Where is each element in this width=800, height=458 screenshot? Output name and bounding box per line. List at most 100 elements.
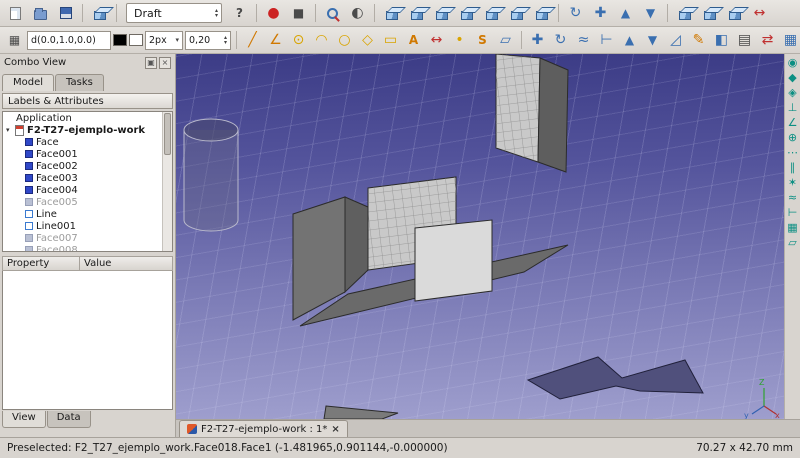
measure-distance-button[interactable]: ↔ (748, 2, 771, 24)
close-tab-icon[interactable]: × (331, 424, 339, 435)
view-rotate-button[interactable]: ↻ (564, 2, 587, 24)
draft-upgrade-button[interactable]: ▲ (619, 29, 640, 51)
snap-working-plane-icon[interactable]: ▱ (788, 237, 796, 249)
tree-item[interactable]: Face001 (3, 148, 172, 160)
cylinder-object[interactable] (184, 119, 238, 231)
texture-view-button[interactable] (723, 2, 746, 24)
tab-tasks[interactable]: Tasks (55, 74, 104, 91)
whatsthis-button[interactable]: ? (228, 2, 251, 24)
draft-rotate-button[interactable]: ↻ (550, 29, 571, 51)
line-color-swatch[interactable] (113, 34, 127, 46)
document-tab[interactable]: F2-T27-ejemplo-work : 1* × (179, 420, 348, 437)
tree-scrollbar[interactable] (162, 112, 172, 251)
new-document-button[interactable] (4, 2, 27, 24)
tree-item[interactable]: Face008 (3, 244, 172, 252)
box-side-face[interactable] (538, 58, 568, 172)
view-left-button[interactable] (530, 2, 553, 24)
draft-line-button[interactable]: ╱ (242, 29, 263, 51)
box-object[interactable] (496, 54, 568, 172)
snap-lock-icon[interactable]: ◉ (788, 57, 798, 69)
tree-item-application[interactable]: Application (3, 112, 172, 124)
expander-icon[interactable]: ▾ (6, 126, 15, 134)
draft-offset-button[interactable]: ≈ (573, 29, 594, 51)
draw-style-button[interactable]: ◐ (346, 2, 369, 24)
tree-item[interactable]: Line (3, 208, 172, 220)
tree-item[interactable]: Face004 (3, 184, 172, 196)
save-document-button[interactable] (54, 2, 77, 24)
tree-item[interactable]: Face002 (3, 160, 172, 172)
tab-data[interactable]: Data (47, 411, 91, 428)
tree-item-document[interactable]: ▾ F2-T27-ejemplo-work (3, 124, 172, 136)
grid-toggle-button[interactable]: ▦ (4, 29, 25, 51)
workbench-selector[interactable]: Draft ▴▾ (126, 3, 222, 23)
box-selection-button[interactable] (673, 2, 696, 24)
property-column-header[interactable]: Property (2, 256, 80, 271)
labels-attributes-header[interactable]: Labels & Attributes (2, 93, 173, 109)
snap-midpoint-icon[interactable]: ◈ (788, 87, 796, 99)
draft-subelement-button[interactable]: ◧ (711, 29, 732, 51)
part-box-button[interactable] (88, 2, 111, 24)
macro-record-button[interactable]: ● (262, 2, 285, 24)
draft-arc-button[interactable]: ◠ (311, 29, 332, 51)
view-bottom-button[interactable] (505, 2, 528, 24)
draft-shapestring-button[interactable]: S (472, 29, 493, 51)
draft-move-button[interactable]: ✚ (527, 29, 548, 51)
snap-endpoint-icon[interactable]: ◆ (788, 72, 796, 84)
draft-edit-button[interactable]: ✎ (688, 29, 709, 51)
draft-dimension-button[interactable]: ↔ (426, 29, 447, 51)
draft-array-button[interactable]: ▦ (780, 29, 800, 51)
close-panel-icon[interactable]: × (159, 57, 171, 69)
snap-special-icon[interactable]: ✶ (788, 177, 797, 189)
property-table-body[interactable] (2, 271, 173, 410)
line-width-select[interactable]: 2px ▾ (145, 31, 183, 50)
zoom-fit-button[interactable] (321, 2, 344, 24)
3d-viewport[interactable]: Z x y (176, 54, 784, 419)
snap-parallel-icon[interactable]: ∥ (790, 162, 796, 174)
tree-item[interactable]: Face007 (3, 232, 172, 244)
flat-polygon-object[interactable] (528, 357, 703, 399)
snap-extension-icon[interactable]: ⋯ (787, 147, 798, 159)
working-plane-field[interactable]: d(0.0,1.0,0.0) (27, 31, 111, 50)
clipping-plane-button[interactable] (698, 2, 721, 24)
draft-polygon-button[interactable]: ◇ (357, 29, 378, 51)
draft-scale-button[interactable]: ◿ (665, 29, 686, 51)
dock-panel-icon[interactable]: ▣ (145, 57, 157, 69)
view-right-button[interactable] (455, 2, 478, 24)
face-color-swatch[interactable] (129, 34, 143, 46)
tab-view[interactable]: View (2, 411, 46, 428)
back-wall-face[interactable] (345, 197, 368, 292)
front-panel-face[interactable] (415, 220, 492, 301)
tab-model[interactable]: Model (2, 74, 54, 91)
view-top-button[interactable] (430, 2, 453, 24)
snap-grid-icon[interactable]: ▦ (787, 222, 797, 234)
macro-stop-button[interactable]: ■ (287, 2, 310, 24)
scale-spinbox[interactable]: 0,20 ▴▾ (185, 31, 231, 50)
draft-draft2sketch-button[interactable]: ⇄ (757, 29, 778, 51)
draft-point-button[interactable]: • (449, 29, 470, 51)
open-document-button[interactable] (29, 2, 52, 24)
scrollbar-thumb[interactable] (164, 113, 171, 155)
view-front-button[interactable] (405, 2, 428, 24)
snap-perpendicular-icon[interactable]: ⊥ (788, 102, 798, 114)
tree-item[interactable]: Face005 (3, 196, 172, 208)
snap-center-icon[interactable]: ⊕ (788, 132, 797, 144)
snap-ortho-icon[interactable]: ⊢ (788, 207, 798, 219)
view-up-button[interactable]: ▲ (614, 2, 637, 24)
view-down-button[interactable]: ▼ (639, 2, 662, 24)
pan-view-button[interactable]: ✚ (589, 2, 612, 24)
draft-ellipse-button[interactable]: ○ (334, 29, 355, 51)
tree-item[interactable]: Line001 (3, 220, 172, 232)
view-isometric-button[interactable] (380, 2, 403, 24)
value-column-header[interactable]: Value (80, 256, 173, 271)
tree-item[interactable]: Face003 (3, 172, 172, 184)
draft-shape2dview-button[interactable]: ▤ (734, 29, 755, 51)
snap-angle-icon[interactable]: ∠ (788, 117, 798, 129)
tree-item[interactable]: Face (3, 136, 172, 148)
draft-downgrade-button[interactable]: ▼ (642, 29, 663, 51)
sheet-structure-object[interactable] (293, 177, 568, 326)
draft-trimex-button[interactable]: ⊢ (596, 29, 617, 51)
draft-polyline-button[interactable]: ∠ (265, 29, 286, 51)
ground-shape-object[interactable] (324, 406, 398, 419)
draft-facebinder-button[interactable]: ▱ (495, 29, 516, 51)
draft-circle-button[interactable]: ⊙ (288, 29, 309, 51)
